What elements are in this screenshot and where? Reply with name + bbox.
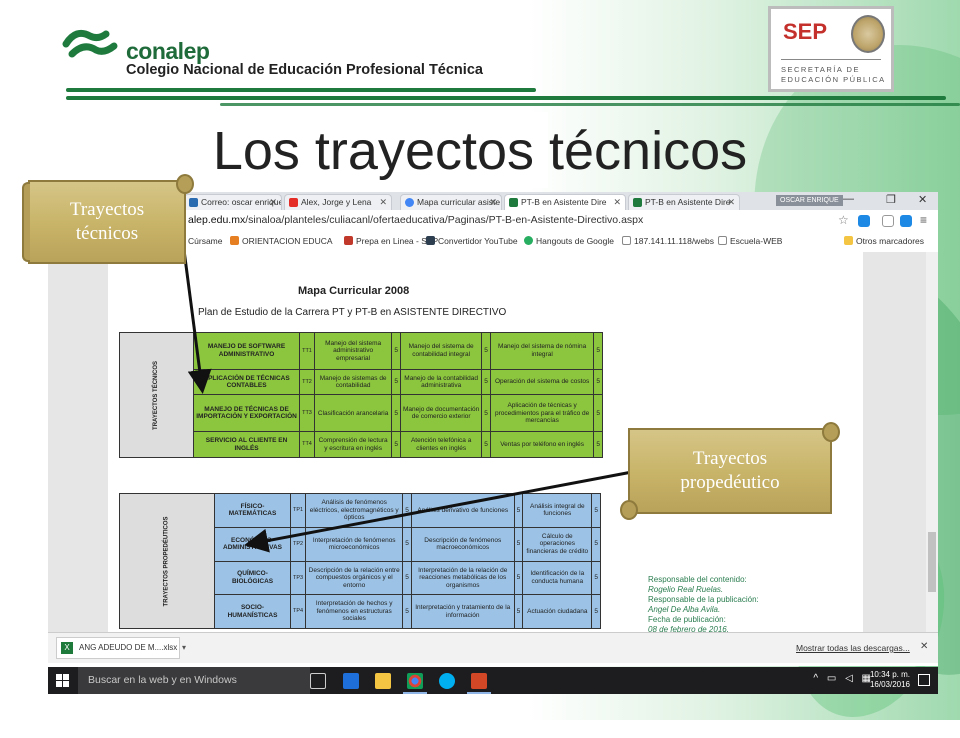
callout-trayectos-propedeutico: Trayectos propedéutico — [620, 422, 840, 520]
scroll-edge — [22, 182, 30, 262]
scroll-curl — [176, 174, 194, 194]
scroll-curl — [822, 422, 840, 442]
callout-arrows — [182, 249, 633, 553]
arrow-to-tecnicos — [182, 249, 212, 394]
callout-trayectos-tecnicos: Trayectos técnicos — [22, 174, 194, 264]
callout-text: Trayectos técnicos — [69, 199, 145, 244]
scroll-curl — [620, 500, 638, 520]
arrow-to-propedeutico — [244, 470, 633, 553]
callout-text: Trayectos propedéutico — [680, 448, 780, 493]
